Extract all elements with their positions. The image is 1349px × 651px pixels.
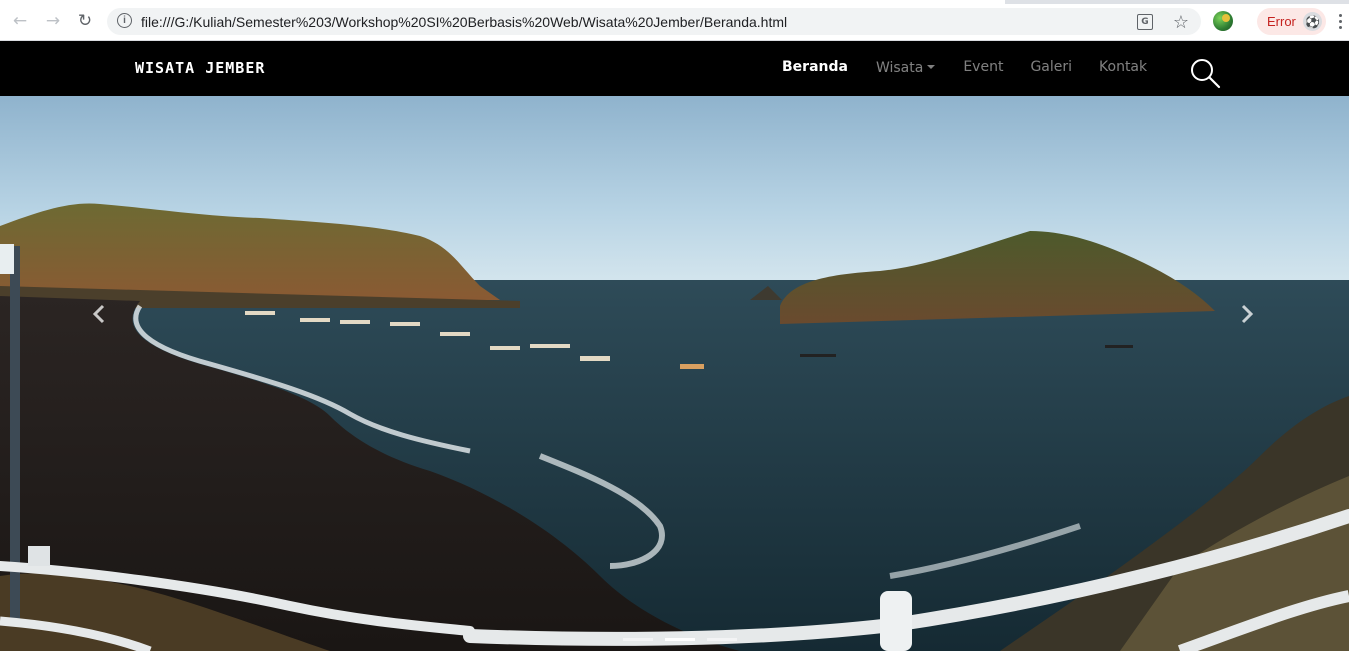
address-bar[interactable]: i file:///G:/Kuliah/Semester%203/Worksho… — [107, 8, 1201, 35]
beach-panorama-image — [0, 96, 1349, 651]
chevron-down-icon — [927, 65, 936, 69]
forward-icon[interactable]: → — [42, 10, 64, 32]
chevron-right-icon[interactable] — [1236, 304, 1256, 324]
nav-item-kontak[interactable]: Kontak — [1099, 59, 1147, 77]
search-icon[interactable] — [1189, 57, 1221, 89]
back-icon[interactable]: ← — [9, 10, 31, 32]
hero-carousel — [0, 96, 1349, 651]
carousel-indicator-1[interactable] — [623, 638, 653, 641]
kebab-menu-icon[interactable] — [1334, 10, 1346, 32]
chevron-left-icon[interactable] — [90, 304, 110, 324]
error-label: Error — [1267, 14, 1296, 29]
nav-menu: Beranda Wisata Event Galeri Kontak — [782, 59, 1147, 77]
nav-item-event[interactable]: Event — [963, 59, 1003, 77]
nav-item-galeri[interactable]: Galeri — [1030, 59, 1072, 77]
nav-item-beranda[interactable]: Beranda — [782, 59, 848, 77]
nav-item-wisata[interactable]: Wisata — [875, 59, 936, 77]
nav-item-wisata-label: Wisata — [875, 60, 924, 76]
translate-icon[interactable]: G — [1135, 12, 1155, 32]
reload-icon[interactable]: ↻ — [74, 10, 96, 32]
site-navbar: WISATA JEMBER Beranda Wisata Event Galer… — [0, 41, 1349, 96]
browser-toolbar: ← → ↻ i file:///G:/Kuliah/Semester%203/W… — [0, 0, 1349, 41]
brand-logo[interactable]: WISATA JEMBER — [135, 59, 265, 77]
profile-error-button[interactable]: Error ⚽ — [1257, 8, 1326, 35]
carousel-indicator-2[interactable] — [665, 638, 695, 641]
star-icon[interactable]: ☆ — [1171, 12, 1191, 33]
extension-icon[interactable] — [1213, 11, 1233, 31]
tab-strip — [0, 0, 1349, 4]
avatar-icon: ⚽ — [1303, 12, 1322, 31]
carousel-indicators — [623, 638, 737, 641]
carousel-indicator-3[interactable] — [707, 638, 737, 641]
info-icon[interactable]: i — [117, 13, 132, 28]
url-text[interactable]: file:///G:/Kuliah/Semester%203/Workshop%… — [141, 14, 787, 30]
